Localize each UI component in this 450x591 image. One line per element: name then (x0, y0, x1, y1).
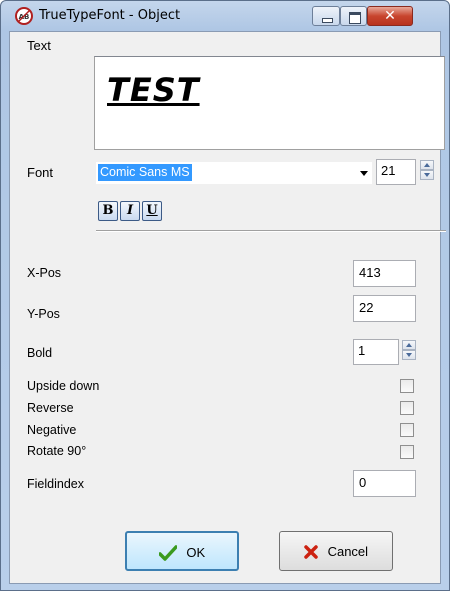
checkmark-icon (158, 544, 177, 561)
dialog-body: Text TEST Font Comic Sans MS 21 B I U X-… (9, 31, 446, 584)
negative-label: Negative (27, 423, 77, 437)
cancel-button[interactable]: Cancel (279, 531, 393, 571)
truetypefont-app-icon: AB (15, 7, 33, 25)
fieldindex-label: Fieldindex (27, 477, 84, 491)
italic-style-button[interactable]: I (120, 201, 140, 221)
ok-button[interactable]: OK (125, 531, 239, 571)
window-title: TrueTypeFont - Object (39, 8, 181, 23)
spin-up-icon[interactable] (420, 160, 434, 170)
dialog-window: AB TrueTypeFont - Object ✕ Text TEST Fon… (0, 0, 450, 591)
title-bar[interactable]: AB TrueTypeFont - Object ✕ (1, 1, 449, 31)
chevron-down-icon[interactable] (360, 171, 368, 176)
font-select-value: Comic Sans MS (98, 164, 192, 181)
font-size-value: 21 (381, 163, 396, 178)
bold-input[interactable]: 1 (353, 339, 399, 365)
spin-down-icon[interactable] (402, 350, 416, 360)
bold-label: Bold (27, 346, 53, 360)
reverse-checkbox[interactable] (400, 401, 414, 415)
negative-checkbox[interactable] (400, 423, 414, 437)
x-pos-label: X-Pos (27, 266, 62, 280)
y-pos-label: Y-Pos (27, 307, 60, 321)
ok-button-label: OK (186, 545, 206, 561)
close-button[interactable]: ✕ (367, 6, 413, 26)
minimize-button[interactable] (312, 6, 340, 26)
upside-down-label: Upside down (27, 379, 100, 393)
bold-style-button[interactable]: B (98, 201, 118, 221)
maximize-button[interactable] (340, 6, 367, 26)
y-pos-input[interactable]: 22 (353, 295, 416, 322)
reverse-label: Reverse (27, 401, 74, 415)
underline-style-button[interactable]: U (142, 201, 162, 221)
text-preview: TEST (107, 71, 200, 109)
font-select[interactable]: Comic Sans MS (96, 162, 372, 184)
font-label: Font (27, 165, 54, 180)
separator (96, 230, 446, 232)
x-cross-icon (304, 544, 318, 559)
fieldindex-input[interactable]: 0 (353, 470, 416, 497)
close-icon: ✕ (384, 8, 396, 24)
rotate-90-label: Rotate 90° (27, 444, 87, 458)
spin-down-icon[interactable] (420, 170, 434, 180)
cancel-button-label: Cancel (327, 544, 369, 560)
text-label: Text (27, 38, 51, 53)
text-input[interactable]: TEST (94, 56, 445, 150)
rotate-90-checkbox[interactable] (400, 445, 414, 459)
spin-up-icon[interactable] (402, 340, 416, 350)
font-size-input[interactable]: 21 (376, 159, 416, 185)
upside-down-checkbox[interactable] (400, 379, 414, 393)
x-pos-input[interactable]: 413 (353, 260, 416, 287)
